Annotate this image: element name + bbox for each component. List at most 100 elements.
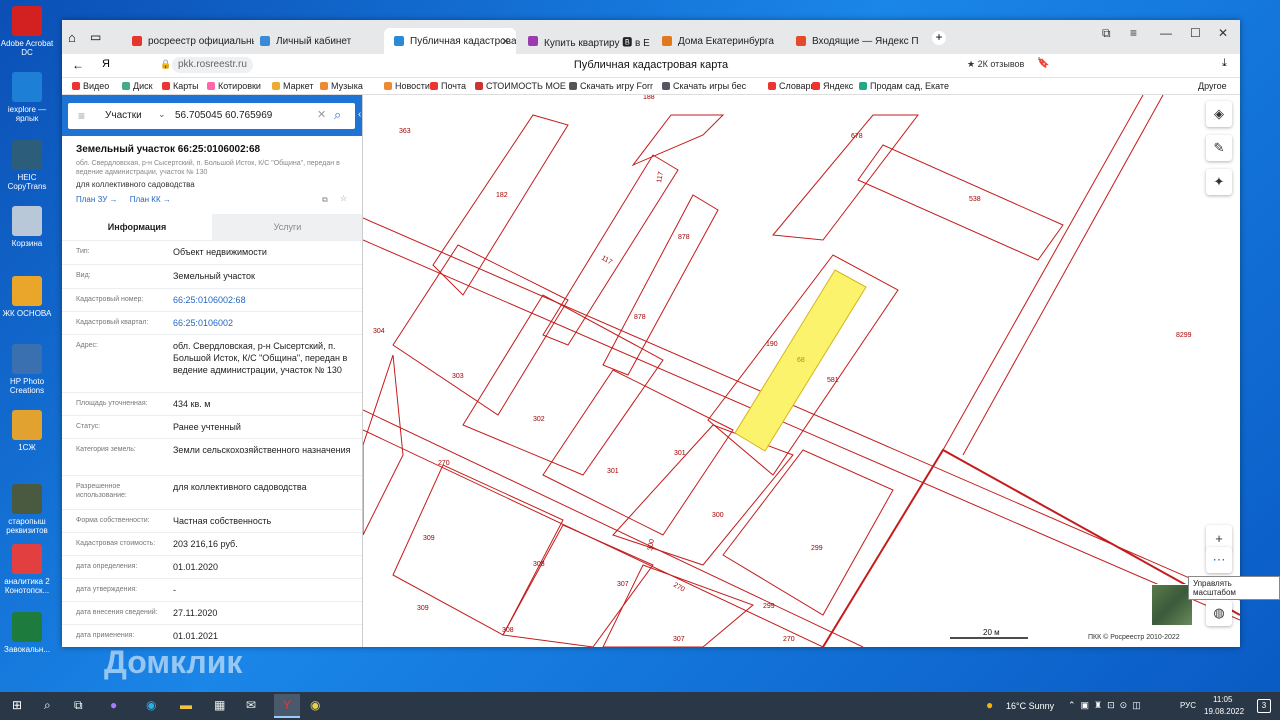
new-tab-button[interactable]: +: [932, 31, 946, 45]
parcel-label: 270: [783, 636, 795, 643]
browser-tab[interactable]: Входящие — Яндекс Почт: [786, 28, 918, 54]
tab-services[interactable]: Услуги: [212, 214, 362, 240]
ruler-button[interactable]: ✎: [1206, 135, 1232, 161]
bookmark-item[interactable]: Почта: [430, 81, 466, 91]
desktop-icon[interactable]: Завокальн...: [0, 612, 54, 654]
clock-date[interactable]: 19.08.2022: [1204, 707, 1244, 716]
property-row: Категория земель: Земли сельскохозяйствен…: [62, 438, 362, 475]
alice-icon[interactable]: ●: [110, 698, 117, 712]
other-bookmarks[interactable]: Другое: [1198, 81, 1227, 91]
browser-tab[interactable]: Личный кабинет: [250, 28, 382, 54]
clock-time[interactable]: 11:05: [1213, 695, 1232, 704]
bookmark-icon: [272, 82, 280, 90]
bookmark-item[interactable]: Продам сад, Екате: [859, 81, 949, 91]
desktop-icon[interactable]: 1СЖ: [0, 410, 54, 452]
bookmark-item[interactable]: Скачать игры бес: [662, 81, 746, 91]
browser-tab[interactable]: росреестр официальный: [122, 28, 254, 54]
plan-zu-link[interactable]: План ЗУ →: [76, 195, 118, 204]
collapse-icon[interactable]: ‹: [358, 109, 361, 120]
bookmark-item[interactable]: Музыка: [320, 81, 363, 91]
close-tab-icon[interactable]: ✕: [501, 35, 510, 48]
app-icon: [12, 344, 42, 374]
bookmark-item[interactable]: Маркет: [272, 81, 313, 91]
property-row: Вид: Земельный участок: [62, 264, 362, 288]
desktop-icon[interactable]: ЖК ОСНОВА: [0, 276, 54, 318]
domclick-watermark: Домклик: [104, 644, 243, 680]
locate-button[interactable]: ✦: [1206, 169, 1232, 195]
bookmark-icon: [768, 82, 776, 90]
bookmark-item[interactable]: Видео: [72, 81, 109, 91]
bookmark-item[interactable]: Яндекс: [812, 81, 853, 91]
bookmark-label: Карты: [173, 81, 199, 91]
bookmark-item[interactable]: Карты: [162, 81, 199, 91]
weather-text[interactable]: 16°C Sunny: [1006, 701, 1054, 711]
search-input[interactable]: 56.705045 60.765969: [175, 110, 272, 121]
property-row: Тип: Объект недвижимости: [62, 240, 362, 264]
cadastral-map[interactable]: 188 363 182 117 117 678 538 878 878 190 68 581 304 30…: [363, 95, 1240, 647]
parcel-label: 301: [674, 450, 686, 457]
search-icon[interactable]: ⌕: [334, 107, 341, 123]
property-value[interactable]: 66:25:0106002: [173, 317, 353, 329]
desktop-icon[interactable]: старопыш реквизитов: [0, 484, 54, 535]
menu-icon[interactable]: ≡: [78, 109, 85, 123]
browser-tab[interactable]: Публичная кадастрова ✕: [384, 28, 516, 54]
start-icon[interactable]: ⊞: [12, 698, 22, 712]
map-canvas[interactable]: 188 363 182 117 117 678 538 878 878 190 68 581 304 30…: [363, 95, 1240, 647]
browser-tab[interactable]: Дома Екатеринбурга: [652, 28, 784, 54]
pin-icon[interactable]: ⧉: [1102, 26, 1111, 41]
layers-button[interactable]: ◈: [1206, 101, 1232, 127]
desktop-icon[interactable]: аналитика 2 Конотопск...: [0, 544, 54, 595]
browser-tab[interactable]: Купить квартиру 🅱 в Ека: [518, 28, 650, 54]
tab-info[interactable]: Информация: [62, 214, 212, 240]
property-key: дата определения:: [76, 563, 138, 570]
property-row: Кадастровый номер: 66:25:0106002:68: [62, 288, 362, 311]
tray-icons[interactable]: ⌃▣♜⊡⊙◫: [1068, 700, 1146, 711]
desktop-icon[interactable]: iexplore — ярлык: [0, 72, 54, 123]
maximize-button[interactable]: ☐: [1190, 26, 1201, 40]
bookmark-icon[interactable]: 🔖: [1037, 58, 1049, 69]
desktop-icon[interactable]: HP Photo Creations: [0, 344, 54, 395]
chevron-down-icon[interactable]: ⌄: [158, 109, 166, 120]
edge-icon[interactable]: ◉: [146, 698, 156, 712]
desktop-icon-label: Завокальн...: [4, 645, 50, 654]
bookmark-item[interactable]: СТОИМОСТЬ МОЕ: [475, 81, 566, 91]
property-value[interactable]: 66:25:0106002:68: [173, 294, 353, 306]
bookmark-item[interactable]: Котировки: [207, 81, 261, 91]
store-icon[interactable]: ▦: [214, 698, 225, 712]
desktop-icon[interactable]: Adobe Acrobat DC: [0, 6, 54, 57]
notification-badge[interactable]: 3: [1257, 699, 1271, 713]
bookmark-item[interactable]: Скачать игру Forr: [569, 81, 653, 91]
plan-kk-link[interactable]: План КК →: [130, 195, 171, 204]
home-icon[interactable]: ⌂: [68, 30, 76, 45]
desktop-icon[interactable]: HEIC CopyTrans: [0, 140, 54, 191]
search-type-select[interactable]: Участки: [105, 110, 142, 121]
explorer-icon[interactable]: ▬: [180, 698, 192, 712]
parcel-label: 308: [533, 561, 545, 568]
compass-button[interactable]: ◍: [1206, 600, 1232, 626]
bookmark-item[interactable]: Новости: [384, 81, 430, 91]
mail-icon[interactable]: ✉: [246, 698, 256, 712]
property-value: Земли сельскохозяйственного назначения: [173, 445, 351, 455]
download-icon[interactable]: ⤓: [1222, 57, 1227, 70]
new-window-icon[interactable]: ▭: [90, 30, 101, 44]
bookmark-item[interactable]: Диск: [122, 81, 153, 91]
share-icon[interactable]: ⧉: [322, 195, 328, 205]
satellite-thumbnail[interactable]: [1151, 584, 1193, 626]
app-icon: [12, 206, 42, 236]
zoom-menu-button[interactable]: ⋯: [1206, 547, 1232, 573]
reviews-link[interactable]: ★ 2К отзывов: [967, 59, 1024, 70]
yandex-browser-icon[interactable]: Y: [274, 694, 300, 718]
close-button[interactable]: ✕: [1218, 26, 1228, 40]
taskview-icon[interactable]: ⧉: [74, 698, 83, 713]
property-key: Статус:: [76, 423, 101, 430]
minimize-button[interactable]: —: [1160, 26, 1172, 40]
chrome-icon[interactable]: ◉: [310, 698, 320, 712]
bookmark-label: Видео: [83, 81, 110, 91]
star-icon[interactable]: ☆: [340, 194, 347, 203]
desktop-icon[interactable]: Корзина: [0, 206, 54, 248]
menu-icon[interactable]: ≡: [1130, 26, 1137, 40]
search-icon[interactable]: ⌕: [44, 698, 51, 713]
bookmark-item[interactable]: Словари: [768, 81, 816, 91]
clear-icon[interactable]: ✕: [317, 108, 326, 121]
language-indicator[interactable]: РУС: [1180, 701, 1196, 710]
